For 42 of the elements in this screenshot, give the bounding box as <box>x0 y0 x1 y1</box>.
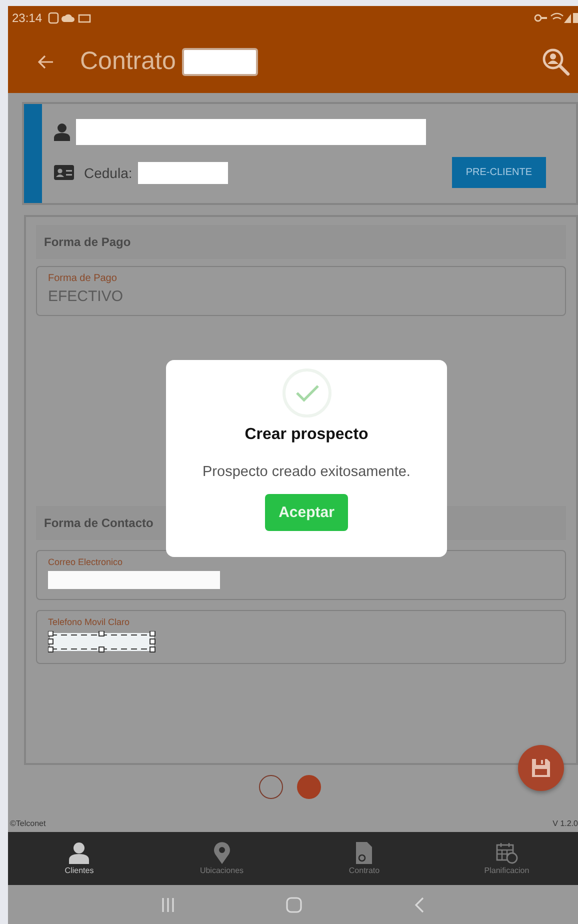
form-field[interactable]: Telefono Movil Claro <box>36 610 566 664</box>
page-dot[interactable] <box>259 775 283 799</box>
document-icon <box>356 842 372 864</box>
id-label: Cedula: <box>84 164 132 180</box>
name-field[interactable] <box>76 119 426 145</box>
status-time: 23:14 <box>12 11 42 25</box>
save-icon <box>531 758 551 778</box>
system-status-icons <box>534 12 578 24</box>
save-button[interactable] <box>518 745 564 791</box>
field-label: Correo Electronico <box>48 557 124 567</box>
id-card-icon <box>54 165 74 180</box>
back-icon[interactable] <box>413 896 425 914</box>
field-value: EFECTIVO <box>48 288 124 305</box>
selection-field-drawing[interactable] <box>48 631 156 653</box>
back-icon[interactable] <box>38 54 54 68</box>
nav-tab[interactable]: Ubicaciones <box>150 832 293 885</box>
dialog-title: Crear prospecto <box>244 426 368 444</box>
dialog-message: Prospecto creado exitosamente. <box>202 464 410 480</box>
calendar-clock-icon <box>496 842 518 864</box>
input-field[interactable] <box>48 571 220 589</box>
id-field[interactable] <box>138 162 228 184</box>
home-icon[interactable] <box>285 896 303 914</box>
nav-tab[interactable]: Planificacion <box>436 832 578 885</box>
person-icon <box>54 123 70 141</box>
nav-tab[interactable]: Contrato <box>293 832 436 885</box>
check-icon <box>282 368 332 418</box>
nav-tab[interactable]: Clientes <box>8 832 150 885</box>
search-person-icon[interactable] <box>542 48 570 76</box>
version-text: V 1.2.0 <box>552 819 578 828</box>
form-field[interactable]: Forma de Pago EFECTIVO <box>36 266 566 316</box>
pre-client-button[interactable]: PRE-CLIENTE <box>452 157 546 188</box>
accept-button[interactable]: Aceptar <box>264 494 348 531</box>
field-label: Telefono Movil Claro <box>48 617 131 627</box>
page-dot[interactable] <box>297 775 321 799</box>
copyright-text: ©Telconet <box>10 819 46 828</box>
recent-apps-icon[interactable] <box>161 896 175 912</box>
location-pin-icon <box>212 842 231 864</box>
person-icon <box>68 842 90 864</box>
section-header: Forma de Pago <box>36 225 566 259</box>
screen-title: Contrato <box>80 47 176 76</box>
field-label: Forma de Pago <box>48 273 118 284</box>
form-field[interactable]: Correo Electronico <box>36 550 566 600</box>
